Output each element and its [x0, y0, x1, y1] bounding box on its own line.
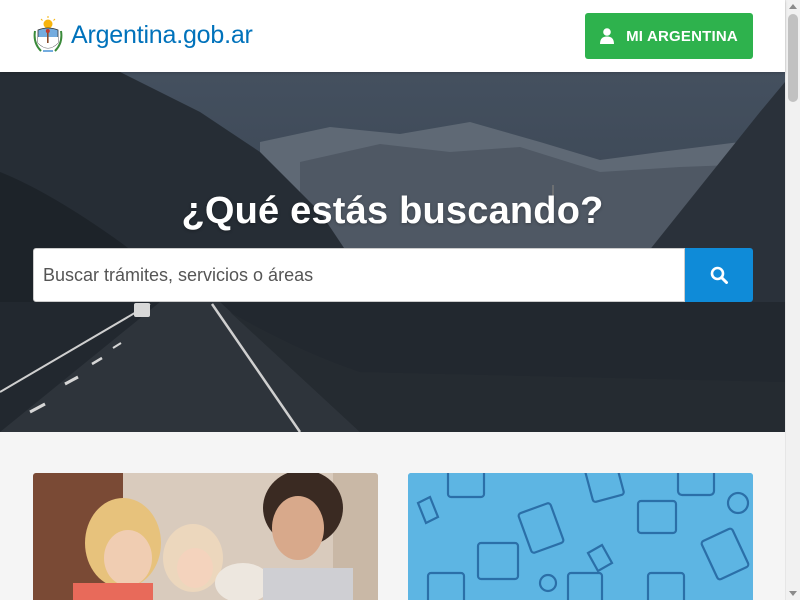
hero-banner: ¿Qué estás buscando?: [0, 72, 785, 432]
mi-argentina-button[interactable]: MI ARGENTINA: [585, 13, 753, 59]
coat-of-arms-icon: [33, 16, 63, 52]
dni-card[interactable]: [408, 473, 753, 600]
vertical-scrollbar[interactable]: [785, 0, 800, 600]
hero-title: ¿Qué estás buscando?: [181, 190, 604, 232]
scroll-up-arrow-icon[interactable]: [789, 4, 797, 9]
site-header: Argentina.gob.ar MI ARGENTINA: [0, 0, 785, 72]
mi-argentina-label: MI ARGENTINA: [626, 27, 738, 45]
brand-link[interactable]: Argentina.gob.ar: [33, 14, 253, 56]
dni-pattern-image: [408, 473, 753, 600]
search-icon: [710, 266, 728, 284]
search-input[interactable]: [33, 248, 685, 302]
user-icon: [600, 28, 615, 44]
family-card[interactable]: [33, 473, 378, 600]
scroll-down-arrow-icon[interactable]: [789, 591, 797, 596]
family-photo: [33, 473, 378, 600]
scroll-thumb[interactable]: [788, 14, 798, 102]
search-button[interactable]: [685, 248, 753, 302]
brand-name: Argentina.gob.ar: [71, 20, 253, 49]
